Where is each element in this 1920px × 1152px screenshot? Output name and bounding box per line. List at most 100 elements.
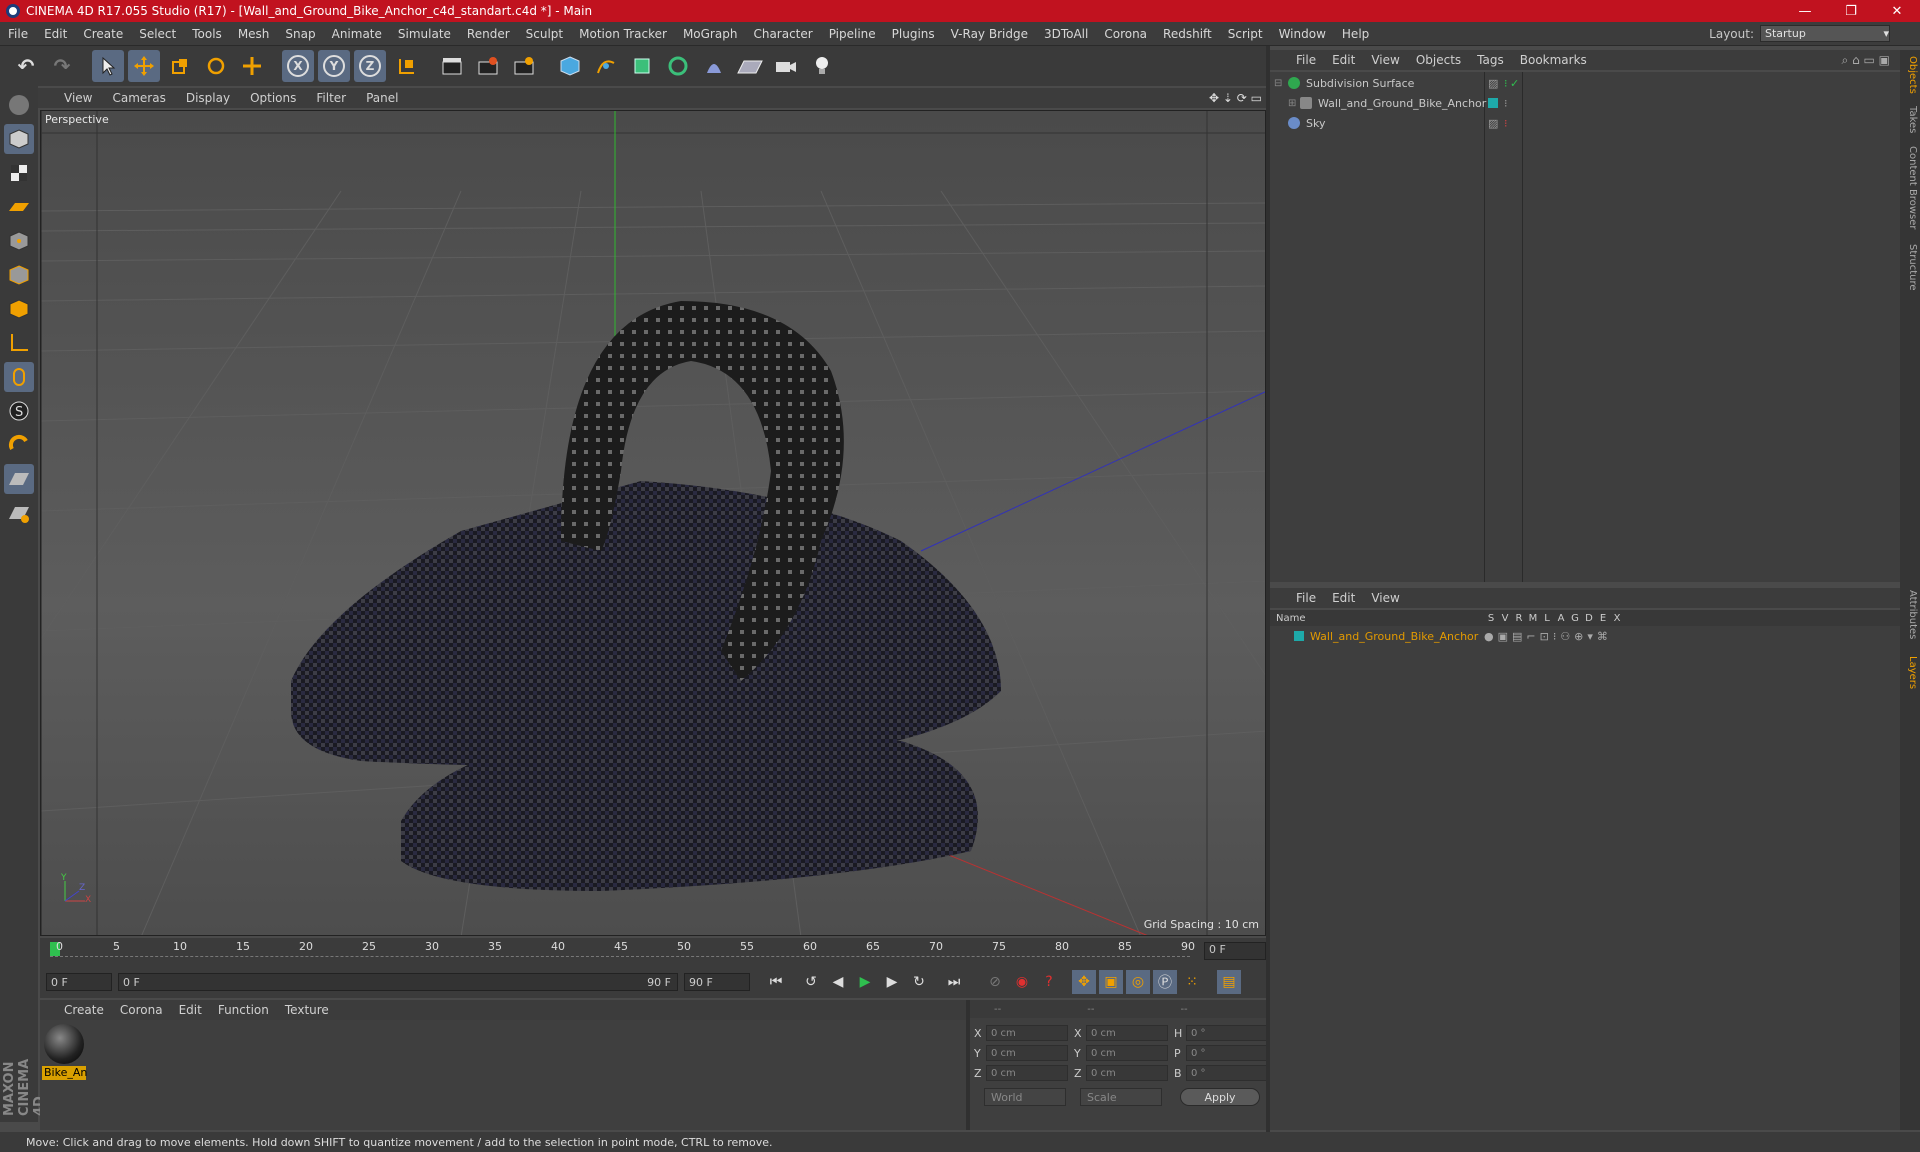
live-selection-button[interactable] (92, 50, 124, 82)
menu-redshift[interactable]: Redshift (1155, 27, 1220, 41)
layer-col-render[interactable]: R (1512, 613, 1526, 624)
object-menu-view[interactable]: View (1363, 53, 1407, 67)
key-position-icon[interactable]: ✥ (1072, 970, 1096, 994)
menu-create[interactable]: Create (75, 27, 131, 41)
add-floor-button[interactable] (734, 50, 766, 82)
solo-mode-button[interactable]: S (4, 396, 34, 426)
layer-col-locked[interactable]: L (1540, 613, 1554, 624)
menu-pipeline[interactable]: Pipeline (821, 27, 884, 41)
x-axis-toggle[interactable]: X (282, 50, 314, 82)
object-row-sky[interactable]: Sky ▨ ⁝ (1270, 114, 1900, 132)
previous-frame-icon[interactable]: ◀ (826, 970, 850, 994)
add-light-button[interactable] (806, 50, 838, 82)
material-menu-corona[interactable]: Corona (112, 1003, 171, 1017)
material-menu-edit[interactable]: Edit (171, 1003, 210, 1017)
size-x-field[interactable]: 0 cm (1086, 1025, 1168, 1041)
y-axis-toggle[interactable]: Y (318, 50, 350, 82)
current-frame-field[interactable]: 0 F (1204, 942, 1266, 960)
go-to-start-icon[interactable]: ⏮ (764, 970, 788, 994)
tab-structure[interactable]: Structure (1902, 244, 1918, 291)
layer-col-name[interactable]: Name (1270, 613, 1484, 624)
locked-workplane-button[interactable] (4, 464, 34, 494)
menu-vray-bridge[interactable]: V-Ray Bridge (943, 27, 1036, 41)
material-preview-swatch[interactable] (44, 1024, 84, 1064)
texture-mode-button[interactable] (4, 158, 34, 188)
frame-range-slider[interactable]: 0 F 90 F (118, 973, 678, 991)
visibility-dots-icon[interactable]: ⁝ (1504, 117, 1508, 130)
add-cube-button[interactable] (554, 50, 586, 82)
coordinate-system-button[interactable] (390, 50, 422, 82)
object-row-subdivision-surface[interactable]: ⊟ Subdivision Surface ▨ ⁝ ✓ (1270, 74, 1900, 92)
add-spline-button[interactable] (590, 50, 622, 82)
object-manager-search-icons[interactable]: ⌕ ⌂ ▭ ▣ (1842, 53, 1890, 68)
add-camera-button[interactable] (770, 50, 802, 82)
render-picture-viewer-button[interactable] (472, 50, 504, 82)
viewport-menu-filter[interactable]: Filter (306, 91, 356, 105)
add-mograph-button[interactable] (662, 50, 694, 82)
play-icon[interactable]: ▶ (853, 970, 877, 994)
object-row-wall-and-ground[interactable]: ⊞ Wall_and_Ground_Bike_Anchor ⁝ (1270, 94, 1900, 112)
layer-col-animation[interactable]: A (1554, 613, 1568, 624)
tab-takes[interactable]: Takes (1902, 106, 1918, 133)
menu-edit[interactable]: Edit (36, 27, 75, 41)
expand-toggle-icon[interactable]: ⊞ (1288, 98, 1296, 109)
layer-color-swatch[interactable] (1294, 631, 1304, 641)
viewport-navigation-icons[interactable]: ✥ ⇣ ⟳ ▭ (1209, 91, 1262, 105)
size-y-field[interactable]: 0 cm (1086, 1045, 1168, 1061)
render-settings-button[interactable] (508, 50, 540, 82)
next-frame-icon[interactable]: ▶ (880, 970, 904, 994)
collapse-toggle-icon[interactable]: ⊟ (1274, 78, 1282, 89)
record-keys-icon[interactable]: ⊘ (983, 970, 1007, 994)
transform-tool-button[interactable] (236, 50, 268, 82)
autokey-icon[interactable]: ◉ (1010, 970, 1034, 994)
object-menu-bookmarks[interactable]: Bookmarks (1512, 53, 1595, 67)
rotate-tool-button[interactable] (200, 50, 232, 82)
layer-menu-edit[interactable]: Edit (1324, 591, 1363, 605)
render-view-button[interactable] (436, 50, 468, 82)
minimize-button[interactable]: — (1782, 4, 1828, 19)
axis-mode-button[interactable] (4, 328, 34, 358)
viewport-menu-options[interactable]: Options (240, 91, 306, 105)
layer-col-view[interactable]: V (1498, 613, 1512, 624)
object-menu-objects[interactable]: Objects (1408, 53, 1469, 67)
layer-col-generators[interactable]: G (1568, 613, 1582, 624)
rotation-p-field[interactable]: 0 ° (1186, 1045, 1268, 1061)
object-menu-edit[interactable]: Edit (1324, 53, 1363, 67)
planar-workplane-button[interactable] (4, 498, 34, 528)
menu-motion-tracker[interactable]: Motion Tracker (571, 27, 675, 41)
layer-col-xref[interactable]: X (1610, 613, 1624, 624)
menu-help[interactable]: Help (1334, 27, 1377, 41)
perspective-viewport[interactable]: Y X Z Perspective Grid Spacing : 10 cm (40, 110, 1266, 936)
layer-menu-view[interactable]: View (1363, 591, 1407, 605)
timeline-ruler[interactable]: 0 5 10 15 20 25 30 35 40 45 50 55 60 65 … (40, 938, 1266, 966)
add-subdivision-button[interactable] (626, 50, 658, 82)
material-menu-function[interactable]: Function (210, 1003, 277, 1017)
size-mode-dropdown[interactable]: Scale (1080, 1088, 1162, 1106)
visibility-dots-icon[interactable]: ⁝ (1504, 97, 1508, 110)
menu-select[interactable]: Select (131, 27, 184, 41)
menu-animate[interactable]: Animate (324, 27, 390, 41)
rotation-h-field[interactable]: 0 ° (1186, 1025, 1268, 1041)
key-parameter-icon[interactable]: Ⓟ (1153, 970, 1177, 994)
layer-menu-file[interactable]: File (1288, 591, 1324, 605)
layer-col-solo[interactable]: S (1484, 613, 1498, 624)
viewport-menu-panel[interactable]: Panel (356, 91, 408, 105)
snap-button[interactable] (4, 430, 34, 460)
material-menu-create[interactable]: Create (56, 1003, 112, 1017)
menu-character[interactable]: Character (745, 27, 820, 41)
redo-button[interactable]: ↷ (46, 50, 78, 82)
layer-col-expressions[interactable]: E (1596, 613, 1610, 624)
menu-mograph[interactable]: MoGraph (675, 27, 746, 41)
tab-content-browser[interactable]: Content Browser (1902, 146, 1918, 229)
tab-objects[interactable]: Objects (1902, 56, 1918, 94)
position-z-field[interactable]: 0 cm (986, 1065, 1068, 1081)
menu-file[interactable]: File (0, 27, 36, 41)
layer-col-manager[interactable]: M (1526, 613, 1540, 624)
make-editable-button[interactable] (4, 90, 34, 120)
menu-sculpt[interactable]: Sculpt (518, 27, 571, 41)
menu-tools[interactable]: Tools (184, 27, 230, 41)
tweak-mode-button[interactable] (4, 362, 34, 392)
layer-name[interactable]: Wall_and_Ground_Bike_Anchor (1310, 630, 1484, 643)
viewport-menu-cameras[interactable]: Cameras (102, 91, 175, 105)
menu-corona[interactable]: Corona (1096, 27, 1155, 41)
